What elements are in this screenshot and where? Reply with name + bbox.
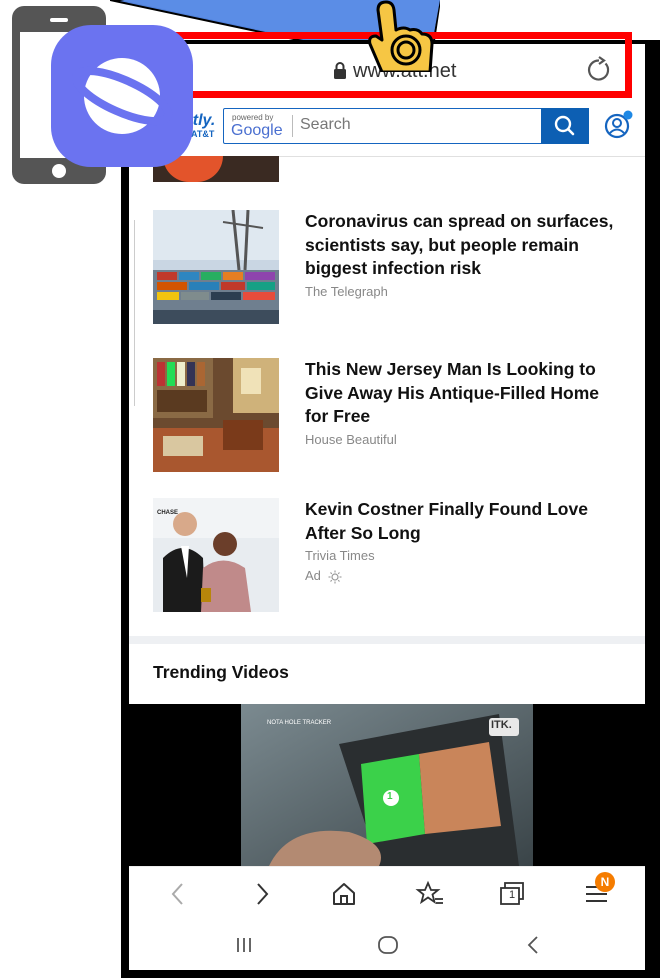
article-item[interactable]: Coronavirus can spread on surfaces, scie… xyxy=(153,210,623,324)
badge-text: N xyxy=(600,875,610,889)
thumbnail-sponsor-text: CHASE xyxy=(157,510,179,516)
home-icon[interactable] xyxy=(329,879,359,909)
user-account-icon[interactable] xyxy=(603,110,633,140)
portal-brand-sub: AT&T xyxy=(191,129,215,139)
tap-hand-icon xyxy=(368,0,434,72)
article-source: Trivia Times xyxy=(305,548,375,563)
article-title[interactable]: Kevin Costner Finally Found Love After S… xyxy=(305,498,627,545)
search-button[interactable] xyxy=(541,108,589,144)
section-separator xyxy=(129,636,645,644)
article-source: The Telegraph xyxy=(305,284,388,299)
powered-by-label: powered by xyxy=(232,113,274,122)
search-icon xyxy=(554,115,575,136)
search-field[interactable]: powered by Google Search xyxy=(223,108,589,144)
video-frame xyxy=(241,704,533,866)
video-overlay-tag: ITK. xyxy=(491,719,512,731)
article-title[interactable]: Coronavirus can spread on surfaces, scie… xyxy=(305,210,627,281)
article-thumbnail[interactable] xyxy=(153,210,279,324)
system-home-icon[interactable] xyxy=(375,934,401,956)
article-thumbnail[interactable] xyxy=(153,358,279,472)
ad-label: Ad xyxy=(305,568,342,584)
trending-videos-heading: Trending Videos xyxy=(153,662,289,682)
menu-notification-badge: N xyxy=(595,872,615,892)
forward-arrow-icon[interactable] xyxy=(247,879,277,909)
system-nav-bar xyxy=(129,918,645,970)
powered-by-google-badge: powered by Google xyxy=(228,113,288,139)
tabs-count: 1 xyxy=(509,889,516,901)
search-placeholder[interactable]: Search xyxy=(300,116,351,134)
article-item[interactable]: CHASE Kevin Costner Finally Found Love A… xyxy=(153,498,623,612)
article-title[interactable]: This New Jersey Man Is Looking to Give A… xyxy=(305,358,627,429)
video-brand-caption: NOTA HOLE TRACKER xyxy=(267,720,332,726)
back-arrow-icon[interactable] xyxy=(163,879,193,909)
google-wordmark: Google xyxy=(231,122,283,139)
portal-search-row: ntly. AT&T powered by Google Search xyxy=(129,100,645,157)
trending-video-player[interactable]: ITK. NOTA HOLE TRACKER 1 xyxy=(129,704,645,866)
bookmarks-star-icon[interactable] xyxy=(415,879,445,909)
article-source: House Beautiful xyxy=(305,432,397,447)
ad-text: Ad xyxy=(305,568,321,583)
browser-bottom-nav: 1 N xyxy=(129,866,645,919)
video-tile-number: 1 xyxy=(387,791,393,802)
recent-apps-icon[interactable] xyxy=(231,934,257,956)
side-edge-line xyxy=(134,220,135,406)
search-divider xyxy=(292,115,293,137)
article-item[interactable]: This New Jersey Man Is Looking to Give A… xyxy=(153,358,623,472)
browser-screen: www.att.net ntly. AT&T powered by Google… xyxy=(129,44,645,970)
system-back-icon[interactable] xyxy=(521,934,547,956)
samsung-internet-app-icon xyxy=(51,25,193,167)
adchoices-icon[interactable] xyxy=(328,570,342,584)
